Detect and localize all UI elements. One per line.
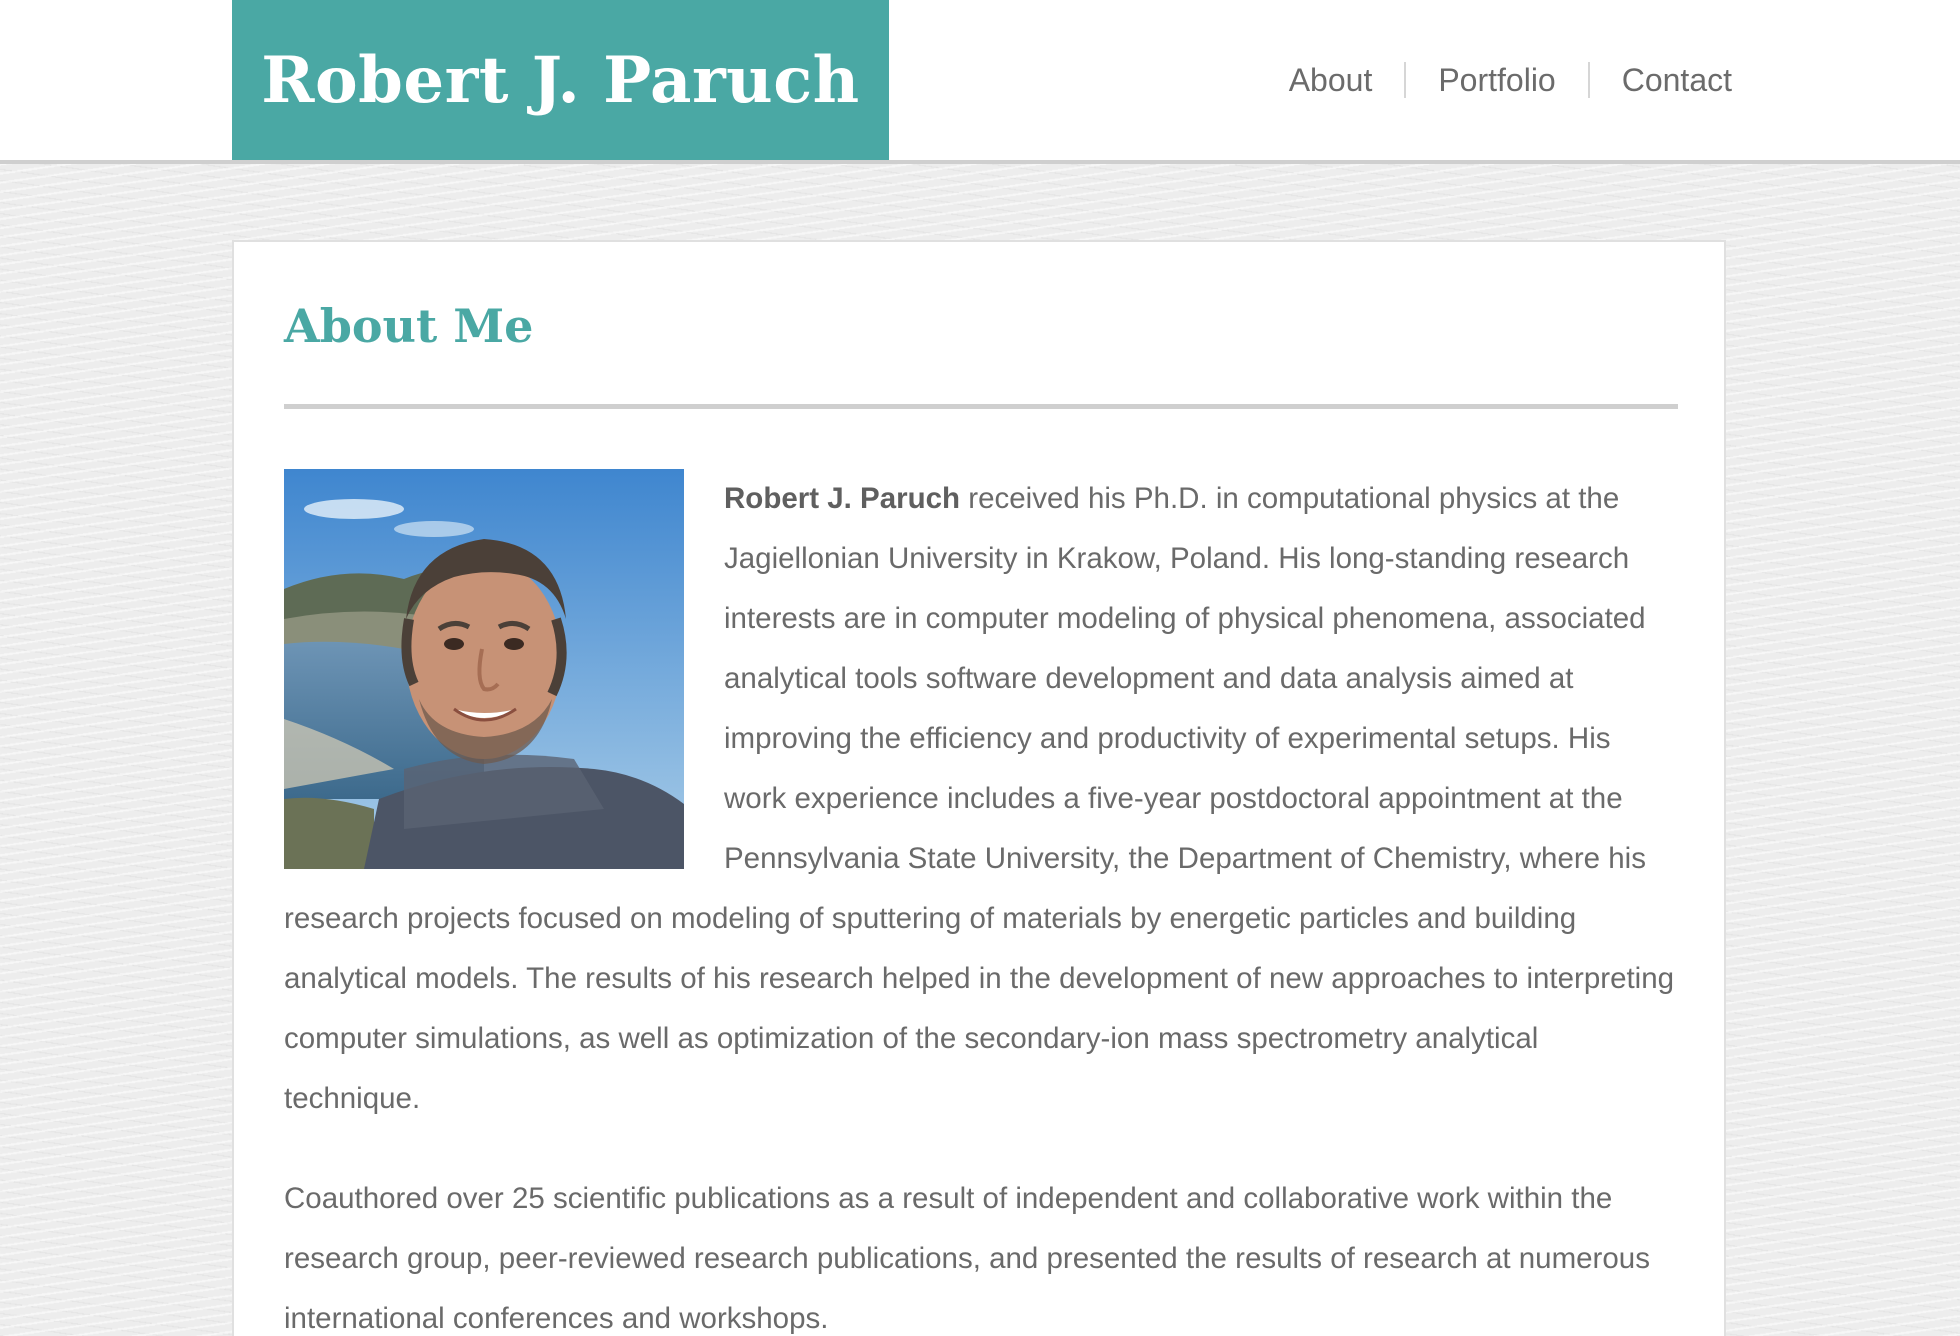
bio-name: Robert J. Paruch — [724, 482, 961, 515]
publications-paragraph: Coauthored over 25 scientific publicatio… — [284, 1182, 1650, 1335]
nav-link-contact[interactable]: Contact — [1590, 62, 1732, 98]
about-card: About Me Robert J. Paruch received his P… — [232, 240, 1726, 1336]
nav-link-portfolio[interactable]: Portfolio — [1406, 62, 1587, 98]
section-title: About Me — [284, 299, 534, 353]
about-content: Robert J. Paruch received his Ph.D. in c… — [284, 469, 1678, 1336]
main-nav: About Portfolio Contact — [1257, 0, 1732, 160]
profile-photo — [284, 469, 684, 869]
site-logo-link[interactable]: Robert J. Paruch — [232, 0, 889, 160]
site-title: Robert J. Paruch — [261, 42, 860, 118]
profile-photo-image — [284, 469, 684, 869]
section-divider — [284, 404, 1678, 409]
nav-link-about[interactable]: About — [1257, 62, 1405, 98]
site-header: Robert J. Paruch About Portfolio Contact — [0, 0, 1960, 164]
about-card-inner: About Me Robert J. Paruch received his P… — [284, 296, 1678, 1336]
